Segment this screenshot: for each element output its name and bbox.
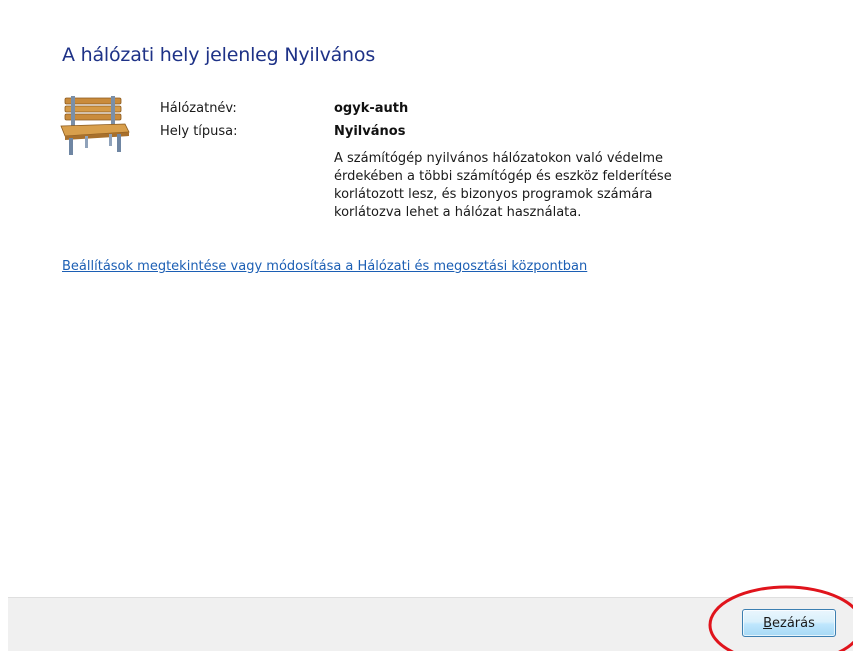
dialog-content: A hálózati hely jelenleg Nyilvános Hálóz… [0, 0, 853, 597]
public-bench-icon [60, 96, 130, 155]
description-line: korlátozva lehet a hálózat használata. [334, 205, 582, 220]
close-button-accelerator: B [763, 615, 773, 631]
network-location-dialog: A hálózati hely jelenleg Nyilvános Hálóz… [0, 0, 853, 651]
location-description: A számítógép nyilvános hálózatokon való … [334, 150, 714, 222]
network-name-value: ogyk-auth [334, 101, 409, 116]
description-line: korlátozott lesz, és bizonyos programok … [334, 187, 653, 202]
dialog-title: A hálózati hely jelenleg Nyilvános [62, 44, 376, 66]
network-sharing-center-link[interactable]: Beállítások megtekintése vagy módosítása… [62, 259, 587, 274]
location-type-label: Hely típusa: [160, 124, 238, 139]
description-line: A számítógép nyilvános hálózatokon való … [334, 151, 664, 166]
network-name-label: Hálózatnév: [160, 101, 237, 116]
close-button[interactable]: Bezárás [742, 609, 836, 637]
description-line: érdekében a többi számítógép és eszköz f… [334, 169, 672, 184]
dialog-footer [8, 597, 853, 651]
close-button-label: ezárás [772, 615, 815, 631]
location-type-value: Nyilvános [334, 124, 406, 139]
